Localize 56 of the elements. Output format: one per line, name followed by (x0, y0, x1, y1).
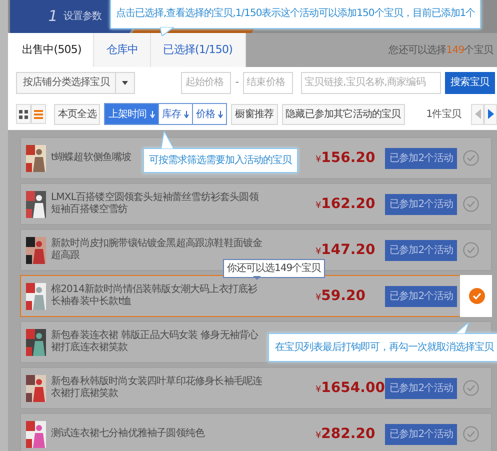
price-field[interactable]: 结束价格 (242, 72, 293, 94)
product-title: 新款时尚皮扣腕带镶钻镀金黑超高跟凉鞋鞋面镀金超高跟 (51, 238, 264, 262)
activity-badge: 已参加2个活动 (385, 240, 457, 260)
price-field[interactable]: 起始价格 (181, 72, 232, 94)
price-text: ¥59.20 (315, 286, 366, 306)
checkbox[interactable] (463, 242, 479, 258)
tooltip-tail-icon (455, 322, 469, 334)
tab[interactable]: 仓库中 (94, 33, 152, 67)
activity-badge: 已参加2个活动 (385, 378, 457, 398)
next-page-button[interactable] (484, 104, 497, 124)
price-text: ¥162.20 (315, 194, 376, 214)
price-text: ¥156.20 (315, 148, 376, 168)
product-title: 棉2014新款时尚情侣装韩版女潮大码上衣打底衫长袖春装中长款t恤 (51, 284, 258, 308)
select-all-button[interactable]: 本页全选 (54, 104, 100, 124)
down-arrow-icon (150, 110, 155, 118)
search-field[interactable]: 宝贝链接,宝贝名称,商家编码 (300, 72, 441, 94)
view-toggle[interactable] (16, 104, 31, 124)
checkbox[interactable] (463, 150, 479, 166)
caret-icon (122, 80, 128, 84)
activity-badge: 已参加2个活动 (385, 286, 457, 306)
right-arrow-icon (488, 109, 494, 119)
guide-tooltip: 你还可以选149个宝贝 (223, 259, 325, 278)
activity-badge: 已参加2个活动 (385, 148, 457, 168)
guide-tooltip: 点击已选择,查看选择的宝贝,1/150表示这个活动可以添加150个宝贝，目前已添加1个 (110, 0, 482, 29)
search-button[interactable]: 搜索宝贝 (444, 72, 495, 94)
view-toggle[interactable] (31, 104, 46, 124)
down-arrow-icon (218, 110, 224, 118)
checkbox[interactable] (463, 380, 479, 396)
filter-button[interactable]: 隐藏已参加其它活动的宝贝 (282, 104, 405, 124)
tooltip-tail-icon (253, 276, 261, 280)
price-text: ¥282.20 (315, 424, 376, 444)
filter-button[interactable]: 橱窗推荐 (231, 104, 278, 124)
guide-tooltip: 在宝贝列表最后打钩即可，再勾一次就取消选择宝贝 (268, 333, 497, 362)
checkbox[interactable] (463, 196, 479, 212)
separator-text: - (235, 76, 239, 90)
tab[interactable]: 已选择(1/150) (151, 33, 246, 67)
item-count-text: 1件宝贝 (426, 108, 461, 122)
product-title: LMXL百搭镂空圆领套头短袖蕾丝雪纺衫套头圆领短袖百搭镂空雪纺 (51, 192, 260, 216)
activity-badge: 已参加2个活动 (385, 424, 457, 444)
product-title: 新包春秋韩版时尚女装四叶草印花修身长袖毛呢连衣裙打底裙笑款 (51, 376, 264, 400)
list-view-icon (34, 110, 43, 118)
sort-button[interactable]: 上架时间 (105, 104, 159, 124)
product-title: 测试连衣裙七分袖优雅袖子圆领纯色 (51, 428, 205, 440)
category-dropdown[interactable]: 按店铺分类选择宝贝 (16, 72, 136, 94)
activity-badge: 已参加2个活动 (385, 194, 457, 214)
left-arrow-icon (474, 109, 480, 119)
product-title: t蝴蝶超软侧鱼嘴坡 (51, 152, 132, 164)
checkbox[interactable] (469, 288, 485, 304)
price-text: ¥1654.00 (315, 378, 386, 398)
grid-view-icon (19, 110, 28, 118)
product-title: 新包春装连衣裙 韩版正品大码女装 修身无袖背心裙打底连衣裙笑款 (51, 330, 260, 354)
down-arrow-icon (184, 110, 190, 118)
tooltip-tail-icon (160, 27, 174, 36)
remaining-count-text: 您还可以选择149个宝贝 (388, 44, 493, 58)
price-text: ¥147.20 (315, 240, 376, 260)
checkbox[interactable] (463, 426, 479, 442)
